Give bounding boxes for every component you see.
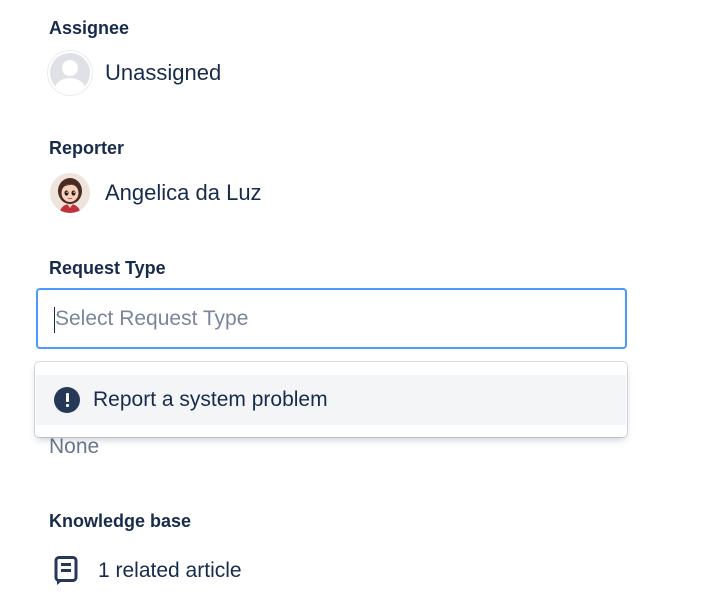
knowledge-base-link[interactable]: 1 related article [54, 556, 242, 586]
option-report-system-problem[interactable]: Report a system problem [36, 375, 626, 425]
field-value-none: None [49, 435, 100, 458]
assignee-value: Unassigned [105, 60, 222, 85]
request-type-dropdown: Report a system problem [35, 362, 627, 437]
request-type-select[interactable] [36, 288, 627, 349]
issue-sidebar: Assignee Unassigned Reporter Angelica da… [0, 0, 722, 610]
article-icon [54, 556, 78, 585]
user-avatar [50, 173, 90, 213]
person-placeholder-icon [50, 53, 90, 93]
exclamation-circle-icon [54, 387, 80, 413]
option-label: Report a system problem [93, 388, 328, 411]
related-articles-text: 1 related article [98, 559, 242, 582]
knowledge-base-label: Knowledge base [49, 511, 192, 531]
assignee-label: Assignee [49, 18, 130, 38]
reporter-value: Angelica da Luz [105, 180, 262, 205]
request-type-label: Request Type [49, 258, 166, 278]
request-type-input[interactable] [55, 307, 595, 331]
reporter-label: Reporter [49, 138, 125, 158]
assignee-field[interactable]: Unassigned [49, 53, 221, 93]
reporter-field[interactable]: Angelica da Luz [49, 173, 262, 213]
